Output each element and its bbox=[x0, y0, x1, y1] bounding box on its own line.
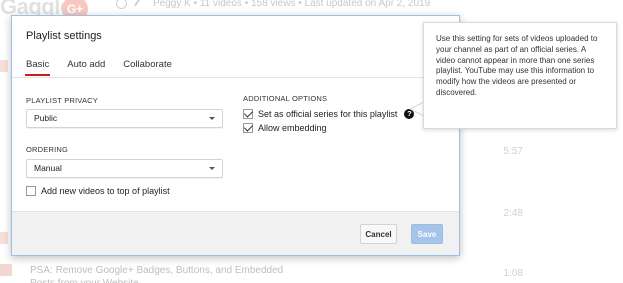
playlist-settings-dialog: Playlist settings Basic Auto add Collabo… bbox=[11, 15, 460, 256]
save-button[interactable]: Save bbox=[411, 224, 443, 244]
tooltip-text: Use this setting for sets of videos uplo… bbox=[436, 34, 598, 97]
ordering-select[interactable]: Manual bbox=[26, 159, 223, 178]
allow-embedding-label[interactable]: Allow embedding bbox=[258, 123, 327, 133]
caret-down-icon bbox=[209, 117, 215, 120]
official-series-label[interactable]: Set as official series for this playlist bbox=[258, 109, 397, 119]
caret-down-icon bbox=[209, 167, 215, 170]
ordering-label: ORDERING bbox=[26, 145, 69, 154]
dialog-title: Playlist settings bbox=[26, 30, 102, 42]
settings-tabs: Basic Auto add Collaborate bbox=[24, 59, 190, 76]
additional-options-label: ADDITIONAL OPTIONS bbox=[243, 94, 328, 103]
allow-embedding-checkbox[interactable] bbox=[243, 123, 253, 133]
dialog-footer: Cancel Save bbox=[12, 211, 459, 255]
allow-embedding-option[interactable]: Allow embedding bbox=[243, 123, 327, 133]
official-series-option[interactable]: Set as official series for this playlist… bbox=[243, 109, 415, 119]
official-series-checkbox[interactable] bbox=[243, 109, 253, 119]
privacy-select-value: Public bbox=[34, 113, 58, 123]
official-series-tooltip: Use this setting for sets of videos uplo… bbox=[423, 22, 617, 129]
add-to-top-checkbox[interactable] bbox=[26, 186, 36, 196]
ordering-select-value: Manual bbox=[34, 163, 62, 173]
tab-basic[interactable]: Basic bbox=[24, 59, 51, 76]
cancel-button[interactable]: Cancel bbox=[360, 224, 397, 244]
tab-collaborate[interactable]: Collaborate bbox=[123, 59, 172, 76]
tab-auto-add[interactable]: Auto add bbox=[67, 59, 105, 76]
playlist-privacy-label: PLAYLIST PRIVACY bbox=[26, 96, 98, 105]
add-to-top-option[interactable]: Add new videos to top of playlist bbox=[26, 186, 170, 196]
privacy-select[interactable]: Public bbox=[26, 109, 223, 128]
add-to-top-label[interactable]: Add new videos to top of playlist bbox=[41, 186, 170, 196]
tabs-divider bbox=[12, 77, 459, 78]
